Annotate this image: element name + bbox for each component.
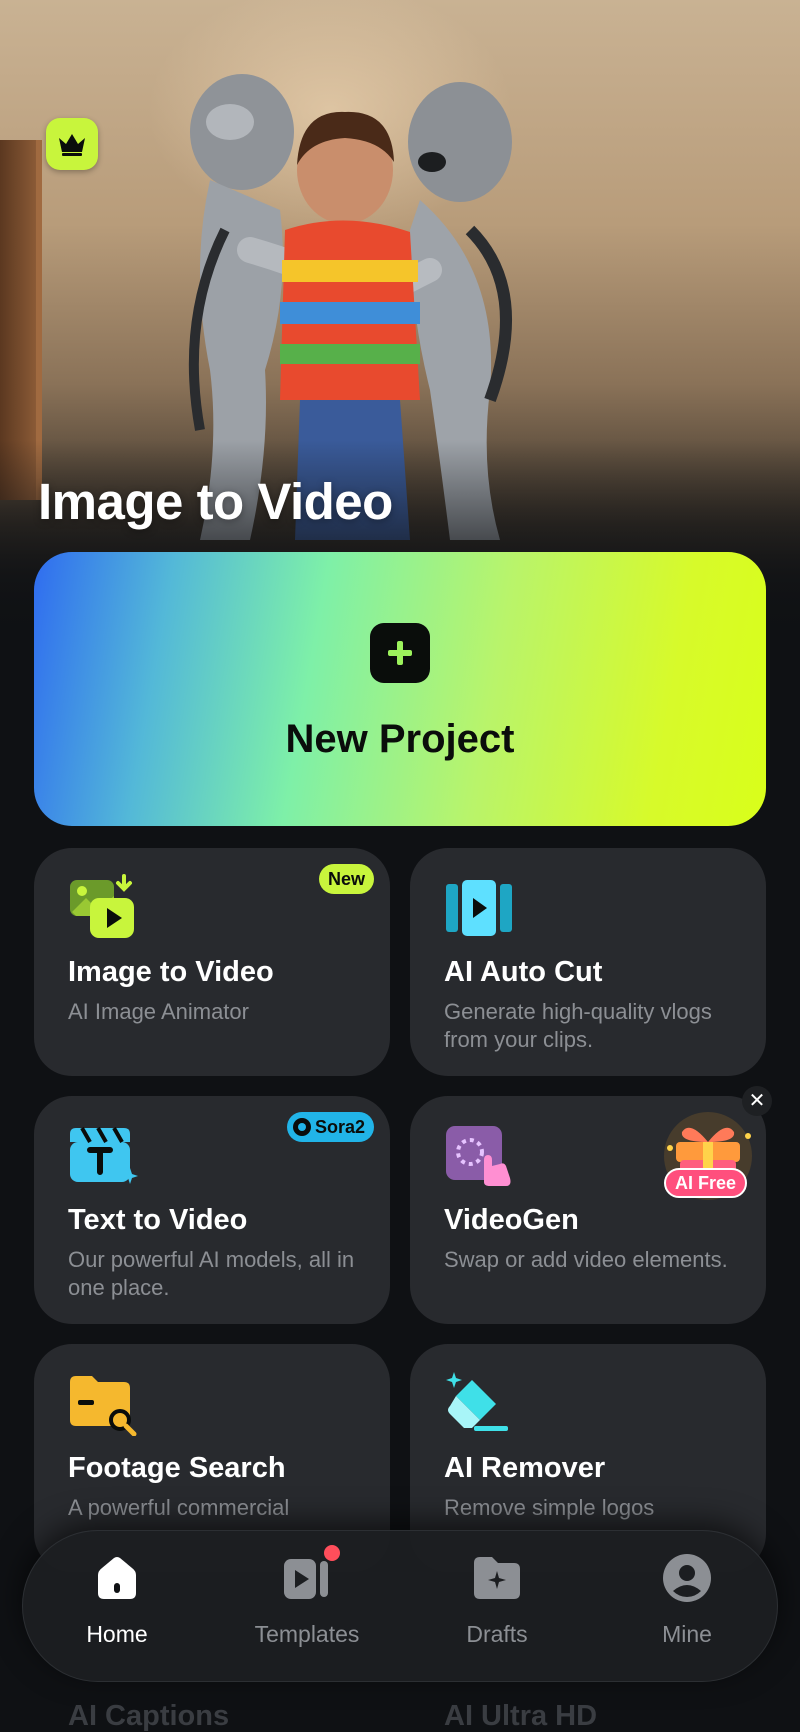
- film-play-icon: [446, 880, 512, 936]
- sora2-badge: Sora2: [286, 1112, 374, 1142]
- tool-title: VideoGen: [444, 1204, 579, 1236]
- folder-search-icon: [70, 1376, 137, 1436]
- tool-title: Image to Video: [68, 956, 274, 988]
- tool-subtitle: Generate high-quality vlogs from your cl…: [444, 999, 712, 1052]
- drafts-folder-icon: [474, 1557, 520, 1599]
- templates-icon: [282, 1545, 340, 1603]
- nav-mine[interactable]: Mine: [607, 1551, 767, 1671]
- tap-select-icon: [446, 1126, 511, 1186]
- new-project-button[interactable]: New Project: [34, 552, 766, 826]
- tool-title: AI Auto Cut: [444, 956, 603, 988]
- tool-card-peek-title: AI Captions: [68, 1700, 230, 1732]
- sora2-badge-label: Sora2: [314, 1117, 365, 1137]
- tool-subtitle: Our powerful AI models, all in one place…: [68, 1247, 355, 1300]
- tool-subtitle: A powerful commercial: [68, 1495, 290, 1520]
- hero-title: Image to Video: [38, 473, 393, 530]
- tool-title: AI Remover: [444, 1452, 606, 1484]
- bottom-navigation: Home Templates Drafts Mine: [22, 1530, 778, 1682]
- profile-icon: [663, 1554, 711, 1602]
- new-badge: New: [318, 864, 374, 894]
- tool-title: Text to Video: [68, 1204, 248, 1236]
- sora-logo-icon: [292, 1118, 311, 1136]
- tool-card-ai-auto-cut[interactable]: AI Auto Cut Generate high-quality vlogs …: [410, 848, 766, 1076]
- eraser-sparkle-icon: [446, 1372, 508, 1431]
- tool-card-peek-title: AI Ultra HD: [444, 1700, 598, 1732]
- nav-drafts[interactable]: Drafts: [417, 1551, 577, 1671]
- nav-home[interactable]: Home: [37, 1551, 197, 1671]
- home-icon: [98, 1557, 136, 1599]
- plus-icon: [370, 622, 430, 683]
- image-to-video-icon: [70, 874, 134, 938]
- nav-mine-label: Mine: [662, 1621, 712, 1647]
- tool-card-text-to-video[interactable]: Sora2 Text to Video Our powerful AI mode…: [34, 1096, 390, 1324]
- tool-subtitle: Remove simple logos: [444, 1495, 655, 1520]
- tool-subtitle: AI Image Animator: [68, 999, 249, 1024]
- new-project-label: New Project: [285, 716, 515, 761]
- tool-subtitle: Swap or add video elements.: [444, 1247, 728, 1272]
- tool-card-image-to-video[interactable]: New Image to Video AI Image Animator: [34, 848, 390, 1076]
- premium-crown-button[interactable]: [46, 118, 98, 170]
- tool-title: Footage Search: [68, 1452, 286, 1484]
- crown-icon: [59, 134, 85, 156]
- close-promo-button[interactable]: ✕: [742, 1086, 772, 1116]
- nav-templates-label: Templates: [254, 1621, 360, 1647]
- nav-templates[interactable]: Templates: [227, 1545, 387, 1671]
- text-clapper-icon: [70, 1127, 138, 1184]
- nav-home-label: Home: [86, 1621, 148, 1647]
- hero-banner[interactable]: Image to Video: [0, 0, 800, 640]
- ai-free-badge[interactable]: AI Free: [664, 1168, 748, 1198]
- nav-drafts-label: Drafts: [466, 1621, 528, 1647]
- notification-dot: [324, 1545, 340, 1561]
